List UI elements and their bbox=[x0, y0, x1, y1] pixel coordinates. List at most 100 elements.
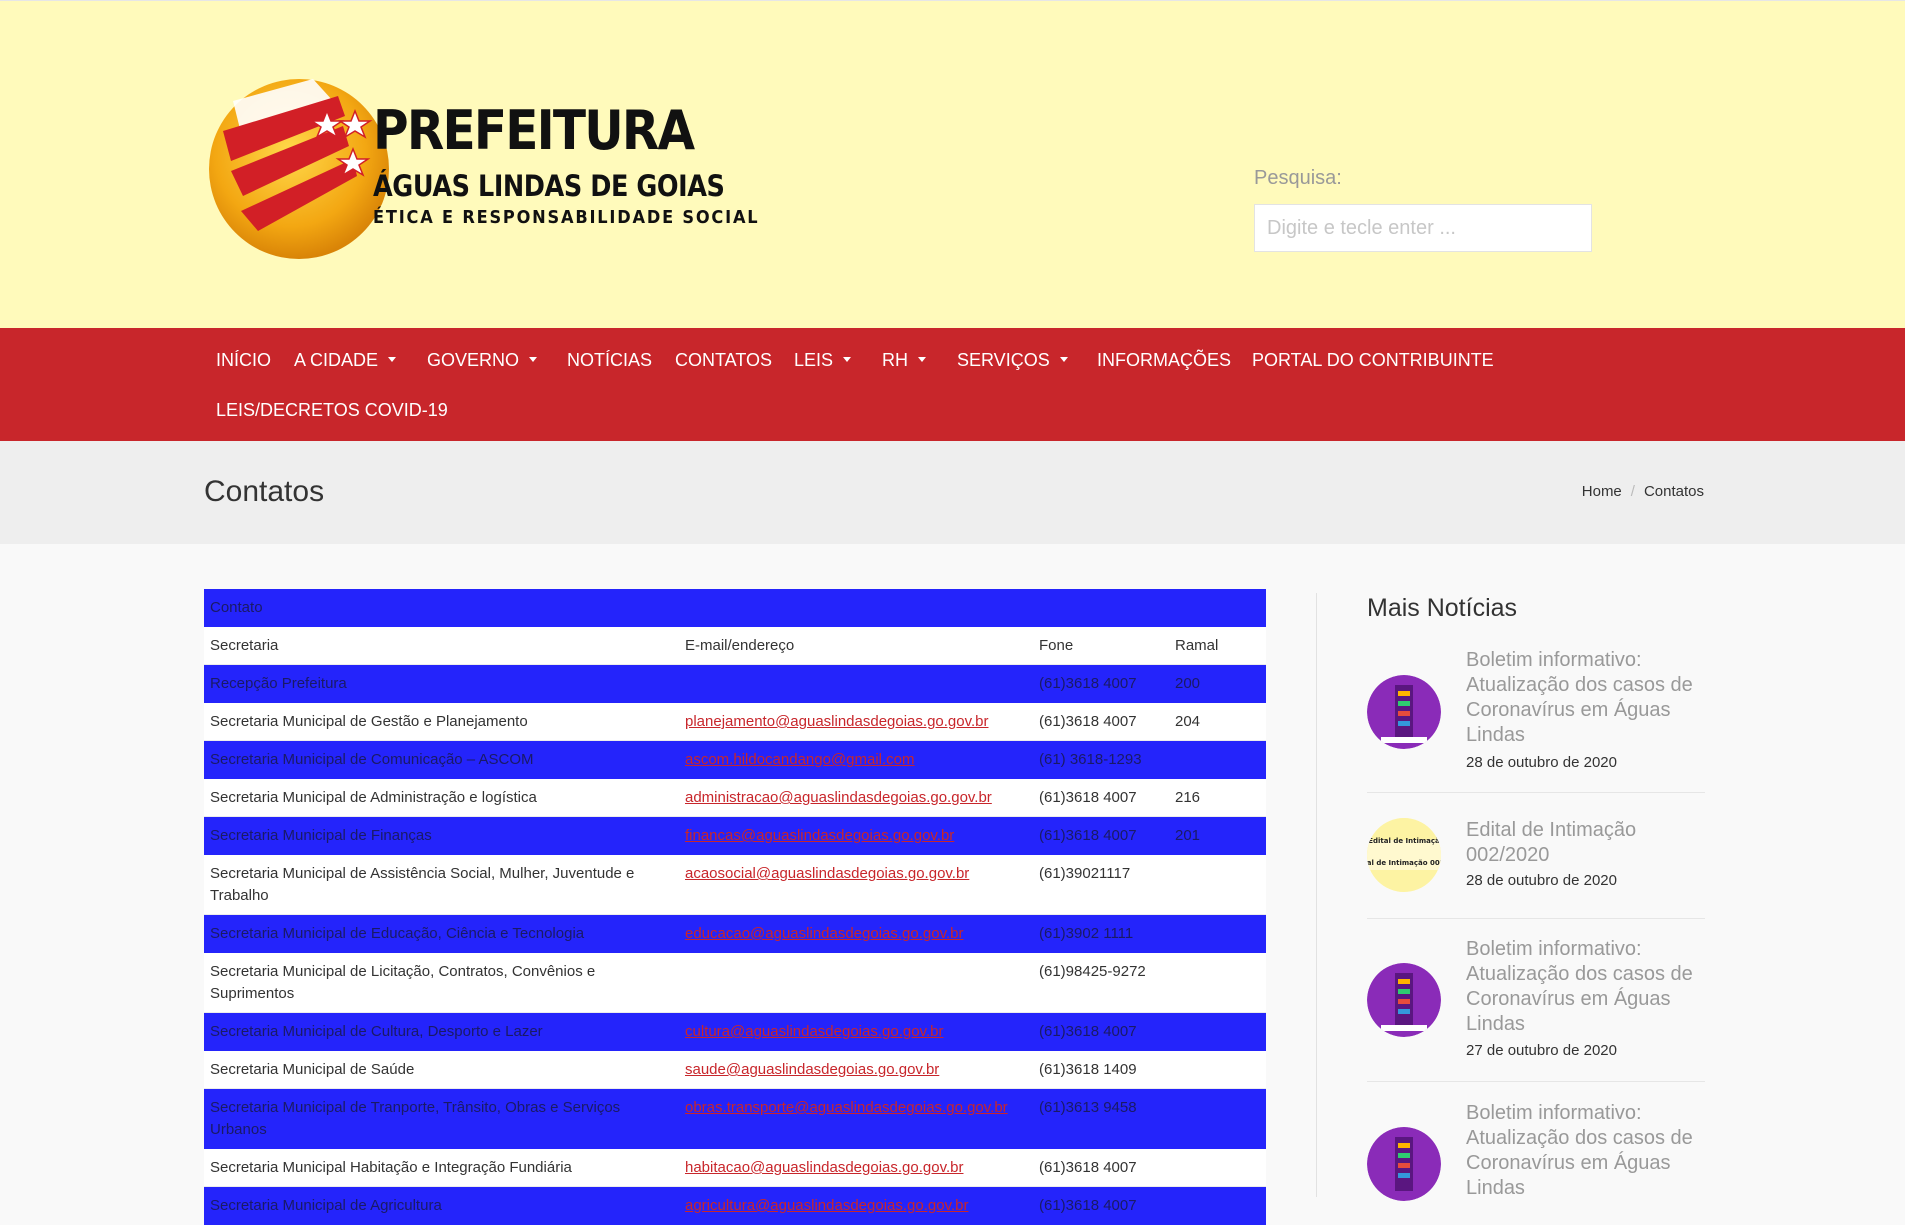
nav-item-leis-decretos-covid[interactable]: LEIS/DECRETOS COVID-19 bbox=[216, 400, 448, 421]
news-thumbnail[interactable] bbox=[1367, 675, 1441, 749]
caret-down-icon bbox=[388, 356, 397, 362]
cell-email: ascom.hildocandango@gmail.com bbox=[679, 740, 1033, 779]
contacts-table: Contato Secretaria E-mail/endereço Fone … bbox=[204, 589, 1267, 1225]
email-link[interactable]: ascom.hildocandango@gmail.com bbox=[685, 751, 915, 768]
nav-item-inicio[interactable]: INÍCIO bbox=[216, 350, 271, 371]
email-link[interactable]: cultura@aguaslindasdegoias.go.gov.br bbox=[685, 1023, 943, 1040]
breadcrumb-separator: / bbox=[1630, 483, 1635, 500]
news-title-link[interactable]: Boletim informativo: Atualização dos cas… bbox=[1466, 1101, 1705, 1201]
email-link[interactable]: agricultura@aguaslindasdegoias.go.gov.br bbox=[685, 1197, 968, 1214]
table-row: Secretaria Municipal de Cultura, Desport… bbox=[204, 1012, 1267, 1051]
news-item: Boletim informativo: Atualização dos cas… bbox=[1367, 1101, 1705, 1201]
cell-secretaria: Secretaria Municipal de Comunicação – AS… bbox=[204, 740, 679, 779]
table-row: Secretaria Municipal de Gestão e Planeja… bbox=[204, 702, 1267, 741]
cell-fone: (61)3902 1111 bbox=[1033, 914, 1169, 953]
cell-secretaria: Secretaria Municipal de Licitação, Contr… bbox=[204, 952, 679, 1013]
nav-item-servicos[interactable]: SERVIÇOS bbox=[957, 350, 1068, 371]
caret-down-icon bbox=[843, 356, 852, 362]
email-link[interactable]: financas@aguaslindasdegoias.go.gov.br bbox=[685, 827, 954, 844]
cell-ramal bbox=[1169, 1186, 1267, 1225]
email-link[interactable]: habitacao@aguaslindasdegoias.go.gov.br bbox=[685, 1159, 963, 1176]
news-title-link[interactable]: Edital de Intimação 002/2020 bbox=[1466, 818, 1705, 868]
nav-label: LEIS/DECRETOS COVID-19 bbox=[216, 400, 448, 420]
breadcrumb-home-link[interactable]: Home bbox=[1582, 483, 1622, 500]
table-row: Secretaria Municipal de Educação, Ciênci… bbox=[204, 914, 1267, 953]
page-title: Contatos bbox=[204, 475, 325, 508]
logo-line-1: PREFEITURA bbox=[373, 99, 695, 162]
cell-secretaria: Recepção Prefeitura bbox=[204, 664, 679, 703]
cell-email: planejamento@aguaslindasdegoias.go.gov.b… bbox=[679, 702, 1033, 741]
nav-item-noticias[interactable]: NOTÍCIAS bbox=[567, 350, 652, 371]
prefeitura-logo[interactable]: PREFEITURA ÁGUAS LINDAS DE GOIAS ÉTICA E… bbox=[203, 71, 758, 263]
nav-item-informacoes[interactable]: INFORMAÇÕES bbox=[1097, 350, 1231, 371]
covid-bulletin-thumbnail-icon bbox=[1367, 1127, 1441, 1201]
cell-fone: (61)3618 4007 bbox=[1033, 1148, 1169, 1187]
caret-down-icon bbox=[1059, 356, 1068, 362]
email-link[interactable]: obras.transporte@aguaslindasdegoias.go.g… bbox=[685, 1099, 1008, 1116]
nav-label: SERVIÇOS bbox=[957, 350, 1050, 370]
cell-ramal bbox=[1169, 854, 1267, 915]
search-input[interactable] bbox=[1254, 204, 1592, 252]
cell-secretaria: Secretaria Municipal de Cultura, Desport… bbox=[204, 1012, 679, 1051]
cell-email: agricultura@aguaslindasdegoias.go.gov.br bbox=[679, 1186, 1033, 1225]
cell-secretaria: Secretaria Municipal de Agricultura bbox=[204, 1186, 679, 1225]
email-link[interactable]: planejamento@aguaslindasdegoias.go.gov.b… bbox=[685, 713, 989, 730]
caret-down-icon bbox=[529, 356, 538, 362]
news-thumbnail[interactable] bbox=[1367, 1127, 1441, 1201]
nav-item-portal-do-contribuinte[interactable]: PORTAL DO CONTRIBUINTE bbox=[1252, 350, 1494, 371]
news-thumbnail[interactable] bbox=[1367, 963, 1441, 1037]
news-item: Edital de Intimaçã tal de Intimação 002 … bbox=[1367, 818, 1705, 918]
cell-email: cultura@aguaslindasdegoias.go.gov.br bbox=[679, 1012, 1033, 1051]
nav-item-governo[interactable]: GOVERNO bbox=[427, 350, 538, 371]
nav-label: LEIS bbox=[794, 350, 834, 370]
cell-secretaria: Secretaria Municipal de Saúde bbox=[204, 1050, 679, 1089]
breadcrumb-current: Contatos bbox=[1643, 483, 1704, 500]
news-title-link[interactable]: Boletim informativo: Atualização dos cas… bbox=[1466, 937, 1705, 1037]
nav-item-rh[interactable]: RH bbox=[882, 350, 926, 371]
cell-fone: (61) 3618-1293 bbox=[1033, 740, 1169, 779]
logo-line-2: ÁGUAS LINDAS DE GOIAS bbox=[373, 169, 725, 203]
news-date: 28 de outubro de 2020 bbox=[1466, 754, 1617, 771]
cell-fone: (61)3618 4007 bbox=[1033, 702, 1169, 741]
news-date: 27 de outubro de 2020 bbox=[1466, 1042, 1617, 1059]
email-link[interactable]: acaosocial@aguaslindasdegoias.go.gov.br bbox=[685, 865, 969, 882]
logo-badge-icon bbox=[209, 79, 389, 259]
covid-bulletin-thumbnail-icon bbox=[1367, 675, 1441, 749]
table-caption-row: Contato bbox=[204, 589, 1267, 627]
nav-label: GOVERNO bbox=[427, 350, 520, 370]
cell-fone: (61)3618 1409 bbox=[1033, 1050, 1169, 1089]
caret-down-icon bbox=[918, 356, 926, 362]
cell-ramal bbox=[1169, 1088, 1267, 1149]
email-link[interactable]: saude@aguaslindasdegoias.go.gov.br bbox=[685, 1061, 939, 1078]
column-header-ramal: Ramal bbox=[1169, 626, 1267, 665]
nav-item-leis[interactable]: LEIS bbox=[794, 350, 852, 371]
news-item: Boletim informativo: Atualização dos cas… bbox=[1367, 937, 1705, 1077]
table-row: Secretaria Municipal de Assistência Soci… bbox=[204, 854, 1267, 915]
email-link[interactable]: educacao@aguaslindasdegoias.go.gov.br bbox=[685, 925, 963, 942]
cell-email: administracao@aguaslindasdegoias.go.gov.… bbox=[679, 778, 1033, 817]
nav-item-contatos[interactable]: CONTATOS bbox=[675, 350, 772, 371]
news-title-link[interactable]: Boletim informativo: Atualização dos cas… bbox=[1466, 648, 1705, 748]
cell-ramal bbox=[1169, 952, 1267, 1013]
covid-bulletin-thumbnail-icon bbox=[1367, 963, 1441, 1037]
cell-email bbox=[679, 664, 1033, 703]
cell-ramal: 200 bbox=[1169, 664, 1267, 703]
nav-label: CONTATOS bbox=[675, 350, 773, 370]
main-nav: INÍCIO A CIDADE GOVERNO NOTÍCIAS CONTATO… bbox=[0, 328, 1905, 441]
cell-email: financas@aguaslindasdegoias.go.gov.br bbox=[679, 816, 1033, 855]
news-thumbnail[interactable]: Edital de Intimaçã tal de Intimação 002 bbox=[1367, 818, 1441, 892]
logo-line-3: ÉTICA E RESPONSABILIDADE SOCIAL bbox=[373, 207, 760, 228]
cell-ramal: 204 bbox=[1169, 702, 1267, 741]
cell-fone: (61)3618 4007 bbox=[1033, 778, 1169, 817]
nav-item-a-cidade[interactable]: A CIDADE bbox=[294, 350, 397, 371]
cell-fone: (61)3613 9458 bbox=[1033, 1088, 1169, 1149]
cell-secretaria: Secretaria Municipal de Finanças bbox=[204, 816, 679, 855]
search-label: Pesquisa: bbox=[1254, 167, 1342, 189]
site-header: PREFEITURA ÁGUAS LINDAS DE GOIAS ÉTICA E… bbox=[0, 0, 1905, 328]
news-separator bbox=[1367, 792, 1705, 793]
nav-label: RH bbox=[882, 350, 908, 370]
email-link[interactable]: administracao@aguaslindasdegoias.go.gov.… bbox=[685, 789, 992, 806]
news-item: Boletim informativo: Atualização dos cas… bbox=[1367, 648, 1705, 788]
thumb-text-2: tal de Intimação 002 bbox=[1367, 859, 1441, 867]
column-header-fone: Fone bbox=[1033, 626, 1169, 665]
